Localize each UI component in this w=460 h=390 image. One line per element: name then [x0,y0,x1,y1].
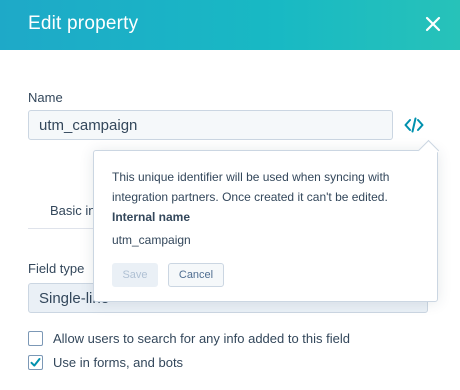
name-label: Name [28,90,63,105]
popover-description-line1: This unique identifier will be used when… [112,170,390,184]
allow-search-checkbox[interactable] [28,330,43,346]
checkbox-row-use-in-forms[interactable]: Use in forms, and bots [28,353,183,371]
cancel-button[interactable]: Cancel [168,263,224,287]
internal-name-label: Internal name [112,210,191,224]
close-icon[interactable] [422,13,444,35]
code-icon[interactable] [404,115,424,135]
field-type-label: Field type [28,261,85,276]
popover-arrow [417,139,440,162]
name-input[interactable] [28,110,393,140]
popover-description: This unique identifier will be used when… [112,167,412,207]
modal-title: Edit property [28,13,139,34]
checkmark-icon [30,357,41,367]
modal-header: Edit property [0,0,460,50]
internal-name-value: utm_campaign [112,233,191,247]
use-in-forms-checkbox[interactable] [28,354,43,370]
allow-search-label: Allow users to search for any info added… [53,330,350,346]
internal-name-popover: This unique identifier will be used when… [93,139,440,302]
save-button[interactable]: Save [112,263,158,287]
checkbox-row-allow-search[interactable]: Allow users to search for any info added… [28,329,350,347]
use-in-forms-label: Use in forms, and bots [53,354,184,370]
popover-description-line2: integration partners. Once created it ca… [112,190,388,204]
